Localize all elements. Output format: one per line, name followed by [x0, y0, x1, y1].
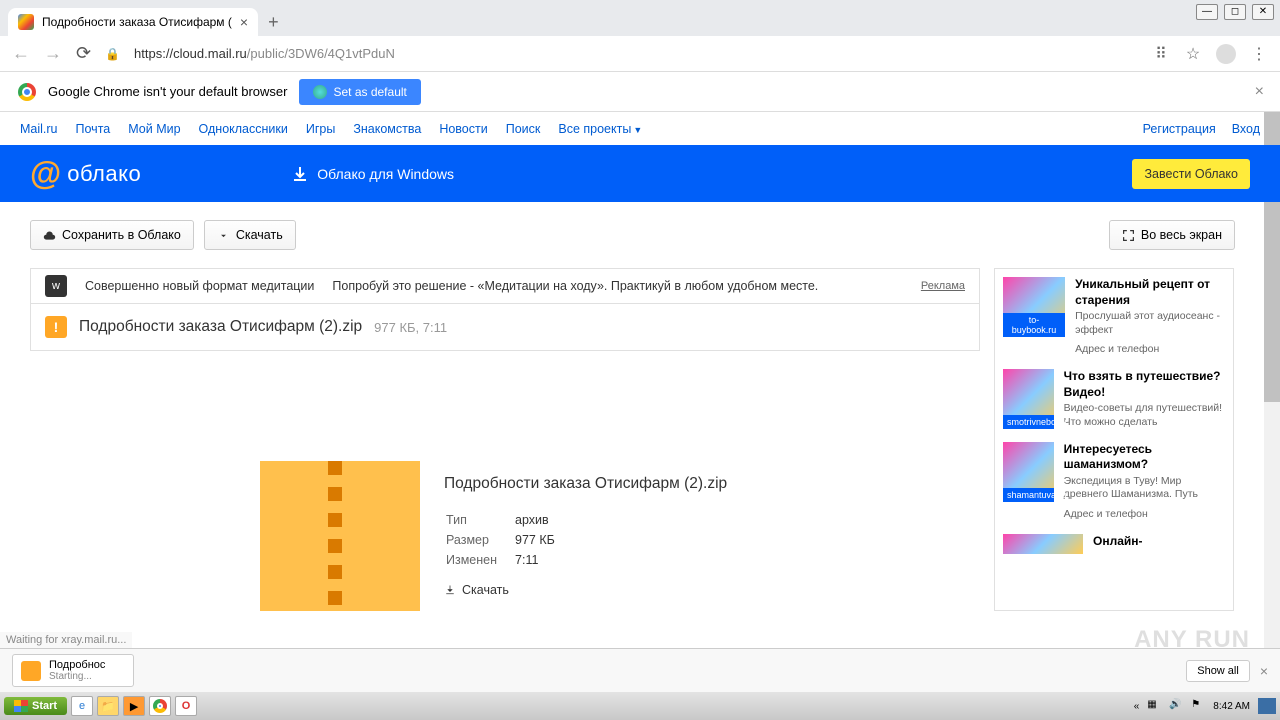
- window-titlebar: Подробности заказа Отисифарм ( × + — ◻ ✕: [0, 0, 1280, 36]
- fullscreen-button[interactable]: Во весь экран: [1109, 220, 1235, 250]
- minimize-icon[interactable]: —: [1196, 4, 1218, 20]
- ads-sidebar: to-buybook.ru Уникальный рецепт от старе…: [994, 268, 1234, 611]
- lock-icon[interactable]: 🔒: [105, 47, 120, 61]
- file-name: Подробности заказа Отисифарм (2).zip: [79, 318, 362, 336]
- portal-link[interactable]: Мой Мир: [128, 122, 180, 136]
- browser-tab[interactable]: Подробности заказа Отисифарм ( ×: [8, 8, 258, 36]
- portal-link[interactable]: Все проекты▼: [558, 122, 642, 136]
- portal-link[interactable]: Поиск: [506, 122, 541, 136]
- default-browser-infobar: Google Chrome isn't your default browser…: [0, 72, 1280, 112]
- sidebar-ad[interactable]: smotrivnebo.ru Что взять в путешествие? …: [1003, 369, 1225, 429]
- reload-button[interactable]: ⟳: [76, 43, 91, 64]
- show-desktop-icon[interactable]: [1258, 698, 1276, 714]
- address-bar: ← → ⟳ 🔒 https://cloud.mail.ru/public/3DW…: [0, 36, 1280, 72]
- forward-button[interactable]: →: [44, 43, 62, 64]
- fullscreen-icon: [1122, 229, 1135, 242]
- opera-icon[interactable]: O: [175, 696, 197, 716]
- windows-taskbar: Start e 📁 ▶ O « ▦ 🔊 ⚑ 8:42 AM: [0, 692, 1280, 720]
- status-text: Waiting for xray.mail.ru...: [0, 632, 132, 648]
- download-icon: [444, 584, 456, 596]
- download-item[interactable]: ПодробносStarting...: [12, 654, 134, 687]
- ad-thumb: [1003, 534, 1083, 554]
- sidebar-ad[interactable]: to-buybook.ru Уникальный рецепт от старе…: [1003, 277, 1225, 357]
- ad-thumb: shamantuva.ru: [1003, 442, 1054, 502]
- translate-icon[interactable]: ⠿: [1152, 45, 1170, 63]
- chrome-icon: [18, 83, 36, 101]
- clock[interactable]: 8:42 AM: [1213, 701, 1250, 712]
- save-to-cloud-button[interactable]: Сохранить в Облако: [30, 220, 194, 250]
- start-button[interactable]: Start: [4, 697, 67, 715]
- portal-link[interactable]: Одноклассники: [199, 122, 288, 136]
- cloud-logo[interactable]: @ облако: [30, 155, 141, 192]
- portal-link[interactable]: Знакомства: [353, 122, 421, 136]
- ad-text-1: Совершенно новый формат медитации: [85, 279, 314, 293]
- chrome-taskbar-icon[interactable]: [149, 696, 171, 716]
- globe-icon: [313, 85, 327, 99]
- media-icon[interactable]: ▶: [123, 696, 145, 716]
- ad-text-2: Попробуй это решение - «Медитации на ход…: [332, 279, 818, 293]
- register-link[interactable]: Регистрация: [1143, 122, 1216, 136]
- show-all-button[interactable]: Show all: [1186, 660, 1250, 682]
- close-infobar-icon[interactable]: ×: [1255, 83, 1264, 101]
- portal-link[interactable]: Новости: [439, 122, 487, 136]
- close-icon[interactable]: ×: [240, 14, 248, 30]
- login-link[interactable]: Вход: [1232, 122, 1260, 136]
- file-actions: Сохранить в Облако Скачать Во весь экран: [0, 202, 1280, 268]
- ad-strip[interactable]: w Совершенно новый формат медитации Попр…: [30, 268, 980, 304]
- file-details-table: Типархив Размер977 КБ Изменен7:11: [444, 509, 573, 571]
- ie-icon[interactable]: e: [71, 696, 93, 716]
- at-icon: @: [30, 155, 61, 192]
- ad-thumb: to-buybook.ru: [1003, 277, 1065, 337]
- flag-icon[interactable]: ⚑: [1191, 699, 1205, 713]
- portal-nav: Mail.ru Почта Мой Мир Одноклассники Игры…: [0, 112, 1280, 145]
- download-icon: [291, 165, 309, 183]
- file-meta: 977 КБ, 7:11: [374, 320, 447, 335]
- close-shelf-icon[interactable]: ×: [1260, 663, 1268, 679]
- preview-title: Подробности заказа Отисифарм (2).zip: [444, 475, 727, 493]
- url-input[interactable]: https://cloud.mail.ru/public/3DW6/4Q1vtP…: [134, 46, 1138, 61]
- main-content: w Совершенно новый формат медитации Попр…: [0, 268, 1280, 611]
- download-button[interactable]: Скачать: [204, 220, 296, 250]
- file-preview: Подробности заказа Отисифарм (2).zip Тип…: [30, 461, 980, 611]
- portal-link[interactable]: Mail.ru: [20, 122, 58, 136]
- tray-icon[interactable]: ▦: [1147, 699, 1161, 713]
- infobar-text: Google Chrome isn't your default browser: [48, 84, 287, 99]
- explorer-icon[interactable]: 📁: [97, 696, 119, 716]
- download-windows-link[interactable]: Облако для Windows: [291, 165, 454, 183]
- portal-link[interactable]: Почта: [76, 122, 111, 136]
- bookmark-star-icon[interactable]: ☆: [1184, 45, 1202, 63]
- file-icon: [21, 661, 41, 681]
- cloud-icon: [43, 229, 56, 242]
- download-file-button[interactable]: Скачать: [444, 583, 727, 597]
- sidebar-ad[interactable]: shamantuva.ru Интересуетесь шаманизмом?Э…: [1003, 442, 1225, 522]
- back-button[interactable]: ←: [12, 43, 30, 64]
- maximize-icon[interactable]: ◻: [1224, 4, 1246, 20]
- download-shelf: ПодробносStarting... Show all ×: [0, 648, 1280, 692]
- profile-avatar-icon[interactable]: [1216, 44, 1236, 64]
- cloud-header: @ облако Облако для Windows Завести Обла…: [0, 145, 1280, 202]
- tab-title: Подробности заказа Отисифарм (: [42, 15, 232, 29]
- set-default-button[interactable]: Set as default: [299, 79, 420, 105]
- sidebar-ad[interactable]: Онлайн-: [1003, 534, 1225, 554]
- ad-logo-icon: w: [45, 275, 67, 297]
- system-tray: « ▦ 🔊 ⚑ 8:42 AM: [1134, 698, 1276, 714]
- ad-label: Реклама: [921, 280, 965, 292]
- new-tab-button[interactable]: +: [268, 12, 279, 33]
- zip-file-icon: !: [45, 316, 67, 338]
- ad-thumb: smotrivnebo.ru: [1003, 369, 1054, 429]
- download-icon: [217, 229, 230, 242]
- volume-icon[interactable]: 🔊: [1169, 699, 1183, 713]
- chevron-down-icon: ▼: [633, 125, 642, 135]
- zip-archive-icon: [260, 461, 420, 611]
- windows-flag-icon: [14, 700, 28, 712]
- portal-link[interactable]: Игры: [306, 122, 335, 136]
- menu-icon[interactable]: ⋮: [1250, 45, 1268, 63]
- tray-expand-icon[interactable]: «: [1134, 701, 1140, 712]
- create-cloud-button[interactable]: Завести Облако: [1132, 159, 1250, 189]
- favicon-icon: [18, 14, 34, 30]
- file-row[interactable]: ! Подробности заказа Отисифарм (2).zip 9…: [30, 304, 980, 351]
- close-window-icon[interactable]: ✕: [1252, 4, 1274, 20]
